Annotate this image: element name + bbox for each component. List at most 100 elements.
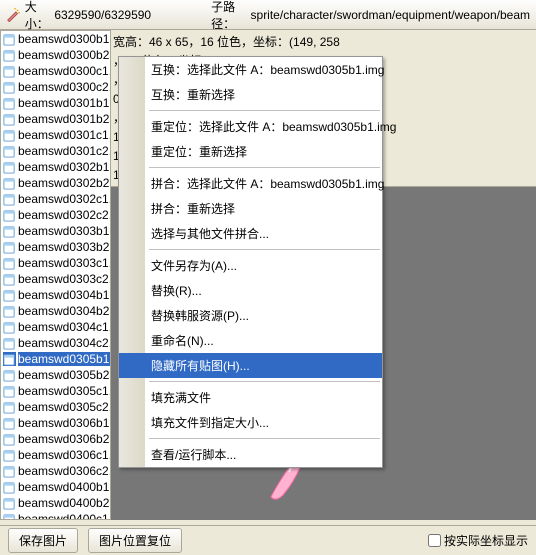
menu-item[interactable]: 互换：选择此文件 A：beamswd0305b1.img <box>119 57 382 82</box>
file-name: beamswd0400b1. <box>18 480 110 494</box>
file-item[interactable]: beamswd0306b1. <box>1 415 110 431</box>
file-icon <box>3 64 16 78</box>
reset-position-button[interactable]: 图片位置复位 <box>88 528 182 553</box>
file-name: beamswd0304b2. <box>18 304 110 318</box>
file-name: beamswd0306b1. <box>18 416 110 430</box>
menu-item[interactable]: 替换(R)... <box>119 278 382 303</box>
file-name: beamswd0400c1. <box>18 512 110 520</box>
file-item[interactable]: beamswd0300b1. <box>1 31 110 47</box>
file-item[interactable]: beamswd0300c1. <box>1 63 110 79</box>
file-item[interactable]: beamswd0304c2. <box>1 335 110 351</box>
menu-item[interactable]: 拼合：重新选择 <box>119 196 382 221</box>
menu-separator <box>149 438 380 439</box>
file-icon <box>3 272 16 286</box>
file-icon <box>3 48 16 62</box>
menu-item[interactable]: 拼合：选择此文件 A：beamswd0305b1.img <box>119 171 382 196</box>
file-item[interactable]: beamswd0303b1. <box>1 223 110 239</box>
file-icon <box>3 320 16 334</box>
file-item[interactable]: beamswd0305c2. <box>1 399 110 415</box>
file-item[interactable]: beamswd0304c1. <box>1 319 110 335</box>
file-name: beamswd0305b2. <box>18 368 110 382</box>
file-name: beamswd0303c1. <box>18 256 110 270</box>
toolbar: 大小： 6329590/6329590 子路径： sprite/characte… <box>0 0 536 30</box>
file-name: beamswd0300c2. <box>18 80 110 94</box>
file-name: beamswd0301b2. <box>18 112 110 126</box>
file-icon <box>3 256 16 270</box>
menu-item[interactable]: 文件另存为(A)... <box>119 253 382 278</box>
file-item[interactable]: beamswd0306b2. <box>1 431 110 447</box>
file-item[interactable]: beamswd0400b1. <box>1 479 110 495</box>
menu-item[interactable]: 重定位：重新选择 <box>119 139 382 164</box>
file-item[interactable]: beamswd0301b1. <box>1 95 110 111</box>
menu-item[interactable]: 替换韩服资源(P)... <box>119 303 382 328</box>
file-item[interactable]: beamswd0301c2. <box>1 143 110 159</box>
menu-item[interactable]: 填充满文件 <box>119 385 382 410</box>
file-item[interactable]: beamswd0302c1. <box>1 191 110 207</box>
file-item[interactable]: beamswd0306c2. <box>1 463 110 479</box>
file-name: beamswd0302c2. <box>18 208 110 222</box>
file-item[interactable]: beamswd0400b2. <box>1 495 110 511</box>
bottom-bar: 保存图片 图片位置复位 按实际坐标显示 <box>0 525 536 555</box>
file-name: beamswd0300b2. <box>18 48 110 62</box>
file-icon <box>3 288 16 302</box>
file-name: beamswd0303c2. <box>18 272 110 286</box>
file-name: beamswd0302c1. <box>18 192 110 206</box>
file-item[interactable]: beamswd0305b1. <box>1 351 110 367</box>
save-image-button[interactable]: 保存图片 <box>8 528 78 553</box>
file-icon <box>3 112 16 126</box>
menu-item[interactable]: 填充文件到指定大小... <box>119 410 382 435</box>
file-icon <box>3 448 16 462</box>
file-item[interactable]: beamswd0400c1. <box>1 511 110 520</box>
file-item[interactable]: beamswd0303b2. <box>1 239 110 255</box>
file-item[interactable]: beamswd0305b2. <box>1 367 110 383</box>
menu-separator <box>149 249 380 250</box>
file-name: beamswd0301c1. <box>18 128 110 142</box>
file-item[interactable]: beamswd0306c1. <box>1 447 110 463</box>
file-list[interactable]: beamswd0300b1. beamswd0300b2. beamswd0300c… <box>0 30 110 520</box>
menu-item[interactable]: 重命名(N)... <box>119 328 382 353</box>
file-name: beamswd0300c1. <box>18 64 110 78</box>
file-item[interactable]: beamswd0302b2. <box>1 175 110 191</box>
file-item[interactable]: beamswd0305c1. <box>1 383 110 399</box>
menu-item[interactable]: 选择与其他文件拼合... <box>119 221 382 246</box>
file-name: beamswd0301c2. <box>18 144 110 158</box>
menu-separator <box>149 381 380 382</box>
magic-wand-icon[interactable] <box>6 6 21 24</box>
file-item[interactable]: beamswd0302b1. <box>1 159 110 175</box>
file-name: beamswd0302b1. <box>18 160 110 174</box>
file-name: beamswd0303b2. <box>18 240 110 254</box>
file-item[interactable]: beamswd0302c2. <box>1 207 110 223</box>
menu-item[interactable]: 重定位：选择此文件 A：beamswd0305b1.img <box>119 114 382 139</box>
file-item[interactable]: beamswd0303c2. <box>1 271 110 287</box>
detail-line[interactable]: 宽高：46 x 65，16 位色，坐标：(149, 258 <box>113 32 532 51</box>
file-item[interactable]: beamswd0301b2. <box>1 111 110 127</box>
menu-item[interactable]: 隐藏所有贴图(H)... <box>119 353 382 378</box>
file-name: beamswd0300b1. <box>18 32 110 46</box>
file-icon <box>3 32 16 46</box>
file-name: beamswd0306c2. <box>18 464 110 478</box>
file-name: beamswd0303b1. <box>18 224 110 238</box>
menu-separator <box>149 167 380 168</box>
file-item[interactable]: beamswd0304b1. <box>1 287 110 303</box>
menu-item[interactable]: 互换：重新选择 <box>119 82 382 107</box>
size-value: 6329590/6329590 <box>54 8 151 22</box>
file-icon <box>3 176 16 190</box>
menu-item[interactable]: 查看/运行脚本... <box>119 442 382 467</box>
file-item[interactable]: beamswd0300b2. <box>1 47 110 63</box>
actual-coords-checkbox[interactable] <box>428 534 441 547</box>
file-icon <box>3 512 16 520</box>
file-icon <box>3 160 16 174</box>
file-icon <box>3 128 16 142</box>
actual-coords-label: 按实际坐标显示 <box>444 532 528 549</box>
file-icon <box>3 464 16 478</box>
actual-coords-option[interactable]: 按实际坐标显示 <box>428 532 528 549</box>
file-name: beamswd0302b2. <box>18 176 110 190</box>
file-item[interactable]: beamswd0304b2. <box>1 303 110 319</box>
file-name: beamswd0305c2. <box>18 400 110 414</box>
file-icon <box>3 384 16 398</box>
file-icon <box>3 368 16 382</box>
file-item[interactable]: beamswd0300c2. <box>1 79 110 95</box>
file-item[interactable]: beamswd0303c1. <box>1 255 110 271</box>
file-icon <box>3 352 16 366</box>
file-item[interactable]: beamswd0301c1. <box>1 127 110 143</box>
